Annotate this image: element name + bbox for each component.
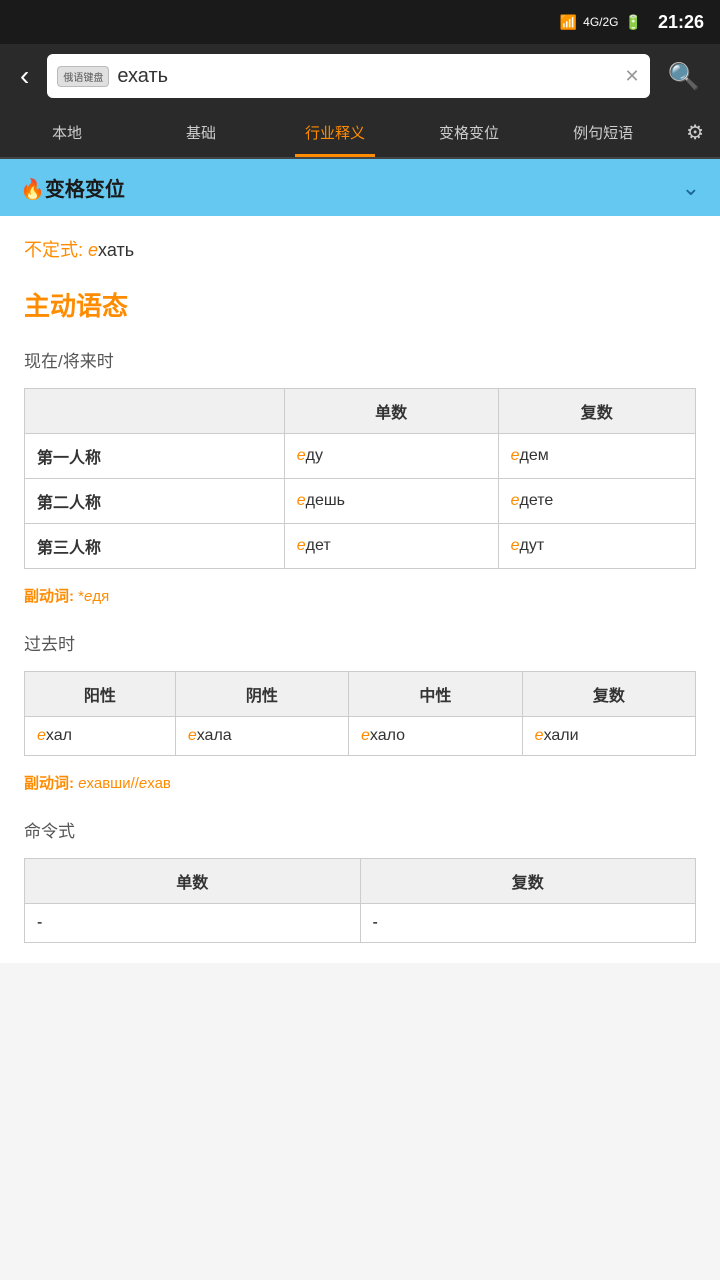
imperative-col-singular: 单数 bbox=[25, 859, 361, 904]
participle-rest: дя bbox=[92, 588, 109, 605]
infinitive-rest: хать bbox=[98, 240, 134, 260]
section-header-title: 🔥变格变位 bbox=[20, 173, 125, 202]
past-tense-label: 过去时 bbox=[24, 630, 696, 655]
settings-button[interactable]: ⚙ bbox=[670, 108, 720, 157]
past-masculine: ехал bbox=[25, 717, 176, 756]
imperative-col-plural: 复数 bbox=[360, 859, 696, 904]
past-tense-table: 阳性 阴性 中性 复数 ехал ехала ехало bbox=[24, 671, 696, 756]
person-1: 第一人称 bbox=[25, 434, 285, 479]
present-tense-label: 现在/将来时 bbox=[24, 347, 696, 372]
status-time: 21:26 bbox=[658, 12, 704, 33]
infinitive-e: е bbox=[88, 240, 98, 260]
participle-label: 副动词: bbox=[24, 588, 74, 605]
person-3-plural: едут bbox=[498, 524, 695, 569]
past-col-neuter: 中性 bbox=[349, 672, 523, 717]
past-col-feminine: 阴性 bbox=[175, 672, 348, 717]
wifi-icon: 📶 bbox=[560, 14, 577, 31]
section-header[interactable]: 🔥变格变位 ⌄ bbox=[0, 159, 720, 216]
clear-button[interactable]: ✕ bbox=[625, 66, 640, 87]
voice-title: 主动语态 bbox=[24, 286, 696, 323]
chevron-down-icon: ⌄ bbox=[682, 175, 700, 201]
table-row: 第一人称 еду едем bbox=[25, 434, 696, 479]
past-participle-line: 副动词: ехавши//ехав bbox=[24, 772, 696, 793]
col-header-empty bbox=[25, 389, 285, 434]
person-3-singular: едет bbox=[284, 524, 498, 569]
person-1-plural: едем bbox=[498, 434, 695, 479]
search-button[interactable]: 🔍 bbox=[660, 57, 708, 96]
past-col-plural: 复数 bbox=[522, 672, 695, 717]
infinitive-label: 不定式: bbox=[24, 240, 83, 260]
table-row: - - bbox=[25, 904, 696, 943]
present-participle-line: 副动词: *едя bbox=[24, 585, 696, 606]
main-content: 不定式: ехать 主动语态 现在/将来时 单数 复数 第一人称 еду bbox=[0, 216, 720, 963]
person-3: 第三人称 bbox=[25, 524, 285, 569]
tab-basic[interactable]: 基础 bbox=[134, 110, 268, 155]
status-bar: 📶 4G/2G 🔋 21:26 bbox=[0, 0, 720, 44]
back-button[interactable]: ‹ bbox=[12, 56, 37, 96]
person-2: 第二人称 bbox=[25, 479, 285, 524]
person-2-plural: едете bbox=[498, 479, 695, 524]
table-row: ехал ехала ехало ехали bbox=[25, 717, 696, 756]
table-row: 第三人称 едет едут bbox=[25, 524, 696, 569]
network-type: 4G/2G bbox=[583, 15, 618, 29]
imperative-label: 命令式 bbox=[24, 817, 696, 842]
past-plural: ехали bbox=[522, 717, 695, 756]
past-feminine: ехала bbox=[175, 717, 348, 756]
imperative-plural: - bbox=[360, 904, 696, 943]
col-header-singular: 单数 bbox=[284, 389, 498, 434]
past-neuter: ехало bbox=[349, 717, 523, 756]
search-query: ехать bbox=[117, 65, 616, 88]
tab-conjugation[interactable]: 变格变位 bbox=[402, 110, 536, 155]
infinitive-line: 不定式: ехать bbox=[24, 236, 696, 262]
battery-icon: 🔋 bbox=[625, 14, 642, 31]
person-2-singular: едешь bbox=[284, 479, 498, 524]
present-tense-table: 单数 复数 第一人称 еду едем 第二人称 едеш bbox=[24, 388, 696, 569]
past-participle-label: 副动词: bbox=[24, 775, 74, 792]
content-area: 🔥变格变位 ⌄ 不定式: ехать 主动语态 现在/将来时 单数 复数 bbox=[0, 159, 720, 963]
tab-local[interactable]: 本地 bbox=[0, 110, 134, 155]
imperative-table: 单数 复数 - - bbox=[24, 858, 696, 943]
nav-tabs: 本地 基础 行业释义 变格变位 例句短语 ⚙ bbox=[0, 108, 720, 159]
table-row: 第二人称 едешь едете bbox=[25, 479, 696, 524]
person-1-singular: еду bbox=[284, 434, 498, 479]
tab-examples[interactable]: 例句短语 bbox=[536, 110, 670, 155]
search-bar: ‹ 俄语键盘 ехать ✕ 🔍 bbox=[0, 44, 720, 108]
status-icons: 📶 4G/2G 🔋 bbox=[560, 14, 642, 31]
tab-industry[interactable]: 行业释义 bbox=[268, 110, 402, 155]
col-header-plural: 复数 bbox=[498, 389, 695, 434]
search-input-wrapper[interactable]: 俄语键盘 ехать ✕ bbox=[47, 54, 649, 98]
past-col-masculine: 阳性 bbox=[25, 672, 176, 717]
keyboard-badge: 俄语键盘 bbox=[57, 66, 109, 87]
imperative-singular: - bbox=[25, 904, 361, 943]
